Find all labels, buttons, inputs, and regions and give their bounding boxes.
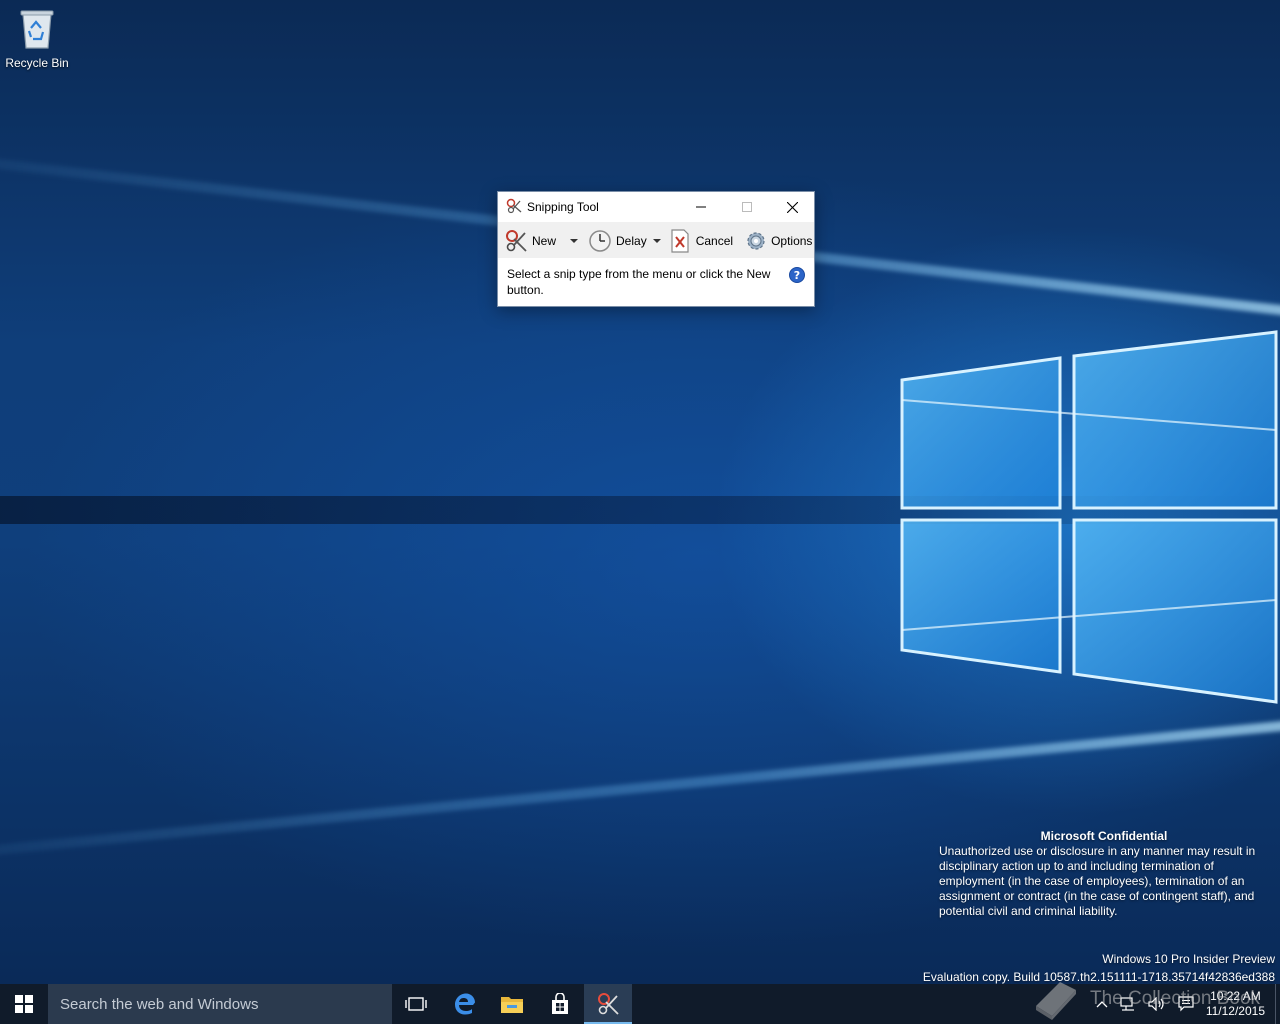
task-view-button[interactable]: [392, 984, 440, 1024]
snipping-tool-taskbar-button[interactable]: [584, 984, 632, 1024]
options-label: Options: [771, 233, 813, 248]
recycle-bin-label: Recycle Bin: [5, 56, 69, 70]
close-icon: [786, 201, 798, 213]
confidential-notice: Microsoft Confidential Unauthorized use …: [939, 829, 1269, 919]
close-button[interactable]: [769, 192, 815, 222]
gear-icon: [747, 231, 765, 250]
notification-icon: [1178, 996, 1194, 1012]
clock-date: 11/12/2015: [1205, 1004, 1265, 1018]
show-desktop-button[interactable]: [1275, 984, 1280, 1024]
recycle-bin-icon: [20, 10, 54, 49]
snipping-tool-app-icon: [506, 198, 522, 214]
svg-text:?: ?: [794, 269, 800, 282]
taskbar: Search the web and Windows 10:22 AM 11/1…: [0, 984, 1280, 1024]
new-snip-button[interactable]: New: [504, 227, 556, 255]
search-placeholder: Search the web and Windows: [60, 995, 259, 1013]
delay-label: Delay: [616, 233, 647, 248]
edge-icon: [455, 993, 475, 1015]
new-dropdown-arrow-icon[interactable]: [570, 238, 579, 243]
maximize-button[interactable]: [724, 192, 770, 222]
show-hidden-icons-button[interactable]: [1096, 999, 1108, 1009]
confidential-title: Microsoft Confidential: [1040, 829, 1168, 843]
speaker-icon: [1148, 997, 1164, 1011]
build-watermark: Windows 10 Pro Insider Preview Evaluatio…: [923, 950, 1275, 986]
confidential-body: Unauthorized use or disclosure in any ma…: [939, 844, 1256, 918]
window-titlebar[interactable]: Snipping Tool: [498, 192, 814, 222]
snipping-tool-window[interactable]: Snipping Tool New Delay Cancel Options S…: [497, 191, 815, 307]
options-button[interactable]: Options: [745, 227, 812, 255]
volume-button[interactable]: [1148, 997, 1166, 1011]
edition-text: Windows 10 Pro Insider Preview: [1102, 952, 1275, 966]
clock[interactable]: 10:22 AM 11/12/2015: [1206, 989, 1265, 1019]
snipping-toolbar: New Delay Cancel Options: [498, 222, 814, 258]
cancel-icon: [671, 228, 689, 253]
help-icon[interactable]: ?: [789, 267, 805, 283]
delay-button[interactable]: Delay: [588, 227, 647, 255]
recycle-bin-shortcut[interactable]: Recycle Bin: [2, 6, 72, 70]
snipping-tool-icon: [598, 993, 619, 1015]
file-explorer-icon: [501, 997, 523, 1013]
edge-button[interactable]: [440, 984, 488, 1024]
cancel-label: Cancel: [695, 233, 734, 248]
minimize-icon: [696, 206, 706, 208]
clock-icon: [589, 229, 611, 252]
instruction-message: Select a snip type from the menu or clic…: [498, 258, 814, 298]
clock-time: 10:22 AM: [1210, 989, 1261, 1003]
system-tray: 10:22 AM 11/12/2015: [1084, 984, 1280, 1024]
new-label: New: [532, 233, 557, 248]
action-center-button[interactable]: [1178, 996, 1194, 1012]
task-view-icon: [405, 997, 427, 1011]
start-button[interactable]: [0, 984, 48, 1024]
chevron-up-icon: [1096, 1001, 1108, 1008]
delay-dropdown-arrow-icon[interactable]: [652, 238, 661, 243]
store-icon: [552, 993, 568, 1014]
windows-logo-wallpaper: [900, 330, 1278, 704]
search-box[interactable]: Search the web and Windows: [48, 984, 392, 1024]
scissors-icon: [506, 229, 527, 252]
file-explorer-button[interactable]: [488, 984, 536, 1024]
network-icon: [1120, 997, 1134, 1011]
maximize-icon: [742, 202, 752, 212]
window-title: Snipping Tool: [527, 200, 599, 214]
cancel-button[interactable]: Cancel: [670, 227, 733, 255]
minimize-button[interactable]: [678, 192, 724, 222]
windows-start-icon: [15, 995, 33, 1013]
instruction-text: Select a snip type from the menu or clic…: [507, 267, 771, 297]
network-button[interactable]: [1120, 997, 1136, 1011]
store-button[interactable]: [536, 984, 584, 1024]
